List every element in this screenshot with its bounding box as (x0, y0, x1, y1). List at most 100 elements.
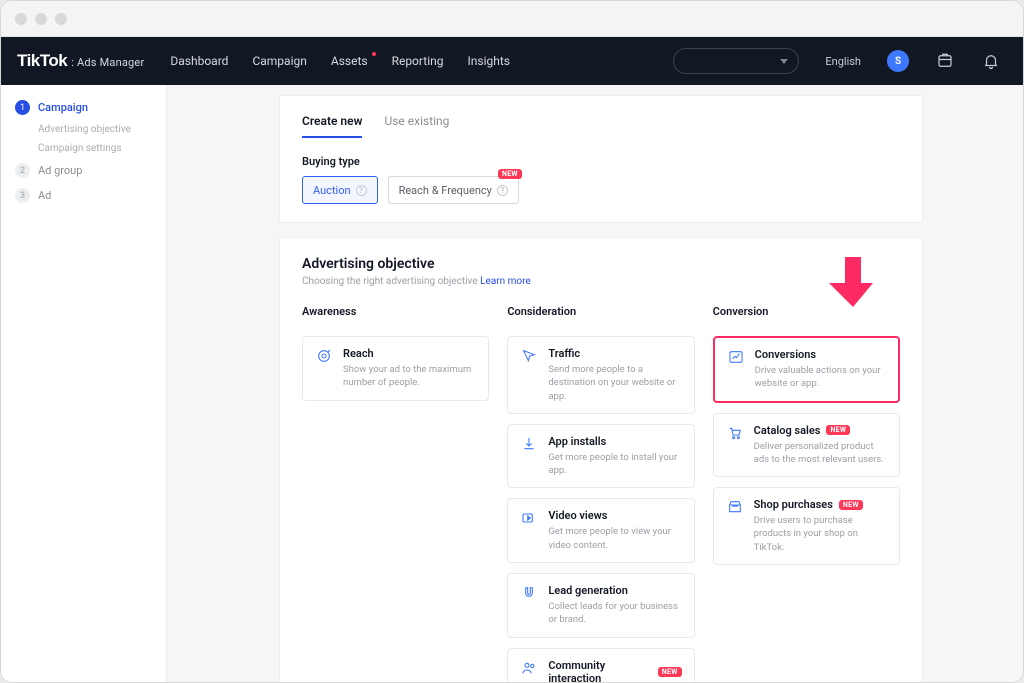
nav-dashboard[interactable]: Dashboard (170, 54, 228, 68)
download-icon (520, 435, 538, 453)
language-label[interactable]: English (825, 55, 861, 68)
step-label: Ad group (38, 164, 82, 177)
reach-icon (315, 347, 333, 365)
card-catalog-sales[interactable]: Catalog sales NEW Deliver personalized p… (713, 413, 900, 478)
browser-frame: TikTok : Ads Manager Dashboard Campaign … (0, 0, 1024, 683)
card-title-text: Shop purchases (754, 498, 833, 511)
shop-icon (726, 498, 744, 516)
card-title: Conversions (755, 348, 886, 361)
play-icon (520, 509, 538, 527)
card-lead-generation[interactable]: Lead generation Collect leads for your b… (507, 573, 694, 638)
buying-reach-frequency[interactable]: Reach & Frequency ? NEW (388, 176, 519, 204)
brand-sub: : Ads Manager (71, 56, 144, 69)
buying-reach-label: Reach & Frequency (399, 184, 492, 197)
chart-up-icon (727, 348, 745, 366)
card-title-text: Catalog sales (754, 424, 821, 437)
panel-campaign-setup: Create new Use existing Buying type Auct… (279, 95, 923, 223)
brand: TikTok : Ads Manager (17, 51, 144, 71)
card-title: Traffic (548, 347, 681, 360)
panel-advertising-objective: Advertising objective Choosing the right… (279, 237, 923, 682)
col-header-consideration: Consideration (507, 305, 694, 318)
col-awareness: Awareness Reach Show your ad to the maxi… (302, 305, 489, 682)
new-badge: NEW (826, 425, 850, 435)
chevron-down-icon (780, 59, 788, 64)
card-desc: Drive users to purchase products in your… (754, 514, 887, 554)
mac-dot (55, 13, 67, 25)
card-traffic[interactable]: Traffic Send more people to a destinatio… (507, 336, 694, 414)
card-title: Community interaction NEW (548, 659, 681, 682)
new-badge: NEW (839, 500, 863, 510)
card-desc: Get more people to install your app. (548, 451, 681, 478)
card-app-installs[interactable]: App installs Get more people to install … (507, 424, 694, 489)
sidebar-step-campaign[interactable]: 1 Campaign (1, 95, 166, 120)
tab-create-new[interactable]: Create new (302, 114, 362, 138)
card-title: Lead generation (548, 584, 681, 597)
card-title: Reach (343, 347, 476, 360)
sidebar-sub-advertising-objective[interactable]: Advertising objective (1, 120, 166, 139)
buying-auction[interactable]: Auction ? (302, 176, 378, 204)
step-num-1: 1 (15, 100, 30, 115)
sidebar: 1 Campaign Advertising objective Campaig… (1, 85, 167, 682)
mac-dot (35, 13, 47, 25)
card-desc: Show your ad to the maximum number of pe… (343, 363, 476, 390)
card-conversions[interactable]: Conversions Drive valuable actions on yo… (713, 336, 900, 403)
nav-insights[interactable]: Insights (467, 54, 509, 68)
nav-campaign[interactable]: Campaign (252, 54, 306, 68)
step-label: Ad (38, 189, 51, 202)
objective-title: Advertising objective (302, 256, 900, 272)
cursor-icon (520, 347, 538, 365)
card-desc: Collect leads for your business or brand… (548, 600, 681, 627)
topbar: TikTok : Ads Manager Dashboard Campaign … (1, 37, 1023, 85)
mac-dot (15, 13, 27, 25)
col-conversion: Conversion Conversions Drive valuable ac… (713, 305, 900, 682)
account-selector[interactable] (673, 48, 799, 74)
card-shop-purchases[interactable]: Shop purchases NEW Drive users to purcha… (713, 487, 900, 565)
inbox-icon[interactable] (935, 51, 955, 71)
workspace: 1 Campaign Advertising objective Campaig… (1, 85, 1023, 682)
buying-type-row: Auction ? Reach & Frequency ? NEW (302, 176, 900, 204)
card-desc: Get more people to view your video conte… (548, 525, 681, 552)
objective-subtitle-text: Choosing the right advertising objective (302, 276, 480, 287)
learn-more-link[interactable]: Learn more (480, 276, 531, 287)
step-num-3: 3 (15, 188, 30, 203)
buying-auction-label: Auction (313, 184, 351, 197)
card-video-views[interactable]: Video views Get more people to view your… (507, 498, 694, 563)
brand-name: TikTok (17, 51, 67, 71)
card-title: Catalog sales NEW (754, 424, 887, 437)
objective-grid: Awareness Reach Show your ad to the maxi… (302, 305, 900, 682)
card-title-text: Community interaction (548, 659, 651, 682)
card-reach[interactable]: Reach Show your ad to the maximum number… (302, 336, 489, 401)
step-label: Campaign (38, 101, 88, 114)
top-nav: Dashboard Campaign Assets Reporting Insi… (170, 54, 510, 68)
tab-use-existing[interactable]: Use existing (384, 114, 449, 138)
nav-reporting[interactable]: Reporting (392, 54, 444, 68)
info-icon: ? (356, 185, 367, 196)
objective-subtitle: Choosing the right advertising objective… (302, 276, 900, 287)
new-badge: NEW (658, 667, 682, 677)
col-consideration: Consideration Traffic Send more people t… (507, 305, 694, 682)
sidebar-sub-campaign-settings[interactable]: Campaign settings (1, 139, 166, 158)
new-badge: NEW (498, 169, 522, 179)
sidebar-step-ad[interactable]: 3 Ad (1, 183, 166, 208)
col-header-conversion: Conversion (713, 305, 900, 318)
card-community-interaction[interactable]: Community interaction NEW Get more page … (507, 648, 694, 682)
bell-icon[interactable] (981, 51, 1001, 71)
avatar[interactable]: S (887, 50, 909, 72)
col-header-awareness: Awareness (302, 305, 489, 318)
nav-assets[interactable]: Assets (331, 54, 368, 68)
cart-icon (726, 424, 744, 442)
card-title: Shop purchases NEW (754, 498, 887, 511)
card-title: Video views (548, 509, 681, 522)
step-num-2: 2 (15, 163, 30, 178)
card-desc: Deliver personalized product ads to the … (754, 440, 887, 467)
card-title: App installs (548, 435, 681, 448)
people-icon (520, 659, 538, 677)
app-root: TikTok : Ads Manager Dashboard Campaign … (1, 37, 1023, 682)
sidebar-step-adgroup[interactable]: 2 Ad group (1, 158, 166, 183)
card-desc: Send more people to a destination on you… (548, 363, 681, 403)
magnet-icon (520, 584, 538, 602)
main: Create new Use existing Buying type Auct… (167, 85, 1023, 682)
setup-tabs: Create new Use existing (302, 114, 900, 139)
card-desc: Drive valuable actions on your website o… (755, 364, 886, 391)
browser-chrome (1, 1, 1023, 37)
